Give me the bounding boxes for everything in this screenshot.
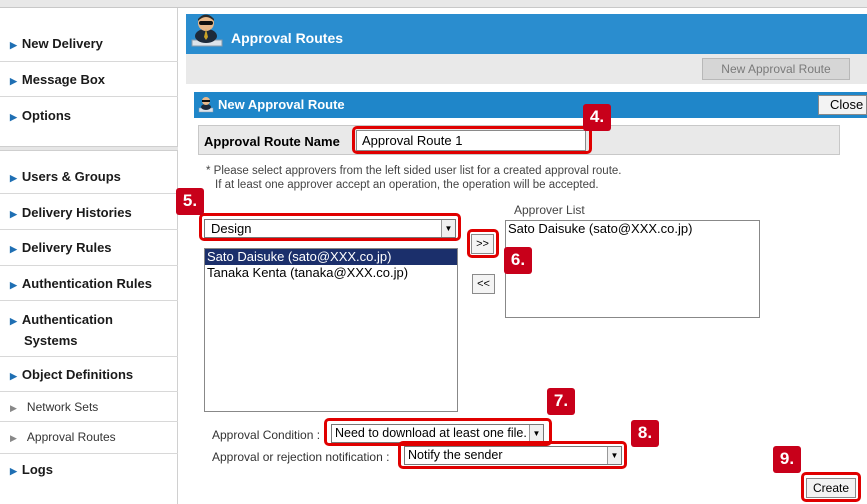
step-callout: 9. [773, 446, 801, 473]
page-title: Approval Routes [231, 30, 344, 46]
instruction-text: If at least one approver accept an opera… [215, 179, 599, 191]
sidebar-item-label: Delivery Rules [21, 240, 112, 255]
sidebar-item-label: New Delivery [21, 36, 103, 51]
approver-list[interactable]: Sato Daisuke (sato@XXX.co.jp) [505, 220, 760, 318]
step-callout: 8. [631, 420, 659, 447]
highlight-group-select [199, 213, 461, 241]
triangle-right-icon: ▶ [10, 433, 17, 443]
triangle-right-icon: ▶ [10, 244, 17, 254]
sidebar-item-delivery-rules[interactable]: ▶ Delivery Rules [10, 238, 112, 259]
sidebar-item-label: Users & Groups [21, 169, 121, 184]
highlight-notification [398, 441, 627, 469]
section-divider [0, 146, 178, 151]
sidebar-item-network-sets[interactable]: ▶ Network Sets [10, 397, 98, 418]
divider [0, 265, 178, 266]
highlight-add-button [467, 229, 499, 258]
sidebar-item-authentication-systems[interactable]: ▶ Authentication Systems [10, 310, 113, 351]
sidebar-item-label: Object Definitions [21, 367, 134, 382]
sidebar-item-approval-routes[interactable]: ▶ Approval Routes [10, 427, 116, 448]
divider [0, 391, 178, 392]
admin-user-icon [198, 95, 214, 113]
sidebar-item-delivery-histories[interactable]: ▶ Delivery Histories [10, 203, 132, 224]
divider [0, 61, 178, 62]
sidebar-item-message-box[interactable]: ▶ Message Box [10, 70, 105, 91]
sidebar-item-label: Message Box [21, 72, 106, 87]
triangle-right-icon: ▶ [10, 76, 17, 86]
sidebar-item-label: Delivery Histories [21, 205, 132, 220]
panel-title: New Approval Route [218, 97, 345, 112]
step-callout: 7. [547, 388, 575, 415]
triangle-right-icon: ▶ [10, 209, 17, 219]
highlight-create [801, 472, 861, 502]
sidebar-item-label: Network Sets [26, 400, 99, 414]
sidebar-item-label: Logs [21, 462, 53, 477]
sidebar-item-options[interactable]: ▶ Options [10, 106, 71, 127]
close-button[interactable]: Close [818, 95, 867, 115]
sidebar-item-object-definitions[interactable]: ▶ Object Definitions [10, 365, 133, 386]
triangle-right-icon: ▶ [10, 280, 17, 290]
approver-list-label: Approver List [514, 203, 585, 217]
divider [0, 453, 178, 454]
approval-condition-label: Approval Condition : [212, 428, 321, 442]
triangle-right-icon: ▶ [10, 316, 17, 326]
divider [0, 229, 178, 230]
sidebar-item-label: Authentication Rules [21, 276, 152, 291]
sidebar-item-new-delivery[interactable]: ▶ New Delivery [10, 34, 103, 55]
triangle-right-icon: ▶ [10, 173, 17, 183]
list-item[interactable]: Sato Daisuke (sato@XXX.co.jp) [205, 249, 457, 265]
triangle-right-icon: ▶ [10, 112, 17, 122]
divider [0, 96, 178, 97]
sidebar-item-users-groups[interactable]: ▶ Users & Groups [10, 167, 121, 188]
list-item[interactable]: Tanaka Kenta (tanaka@XXX.co.jp) [205, 265, 457, 281]
sidebar-item-logs[interactable]: ▶ Logs [10, 460, 53, 481]
list-item[interactable]: Sato Daisuke (sato@XXX.co.jp) [506, 221, 759, 237]
triangle-right-icon: ▶ [10, 40, 17, 50]
divider [0, 300, 178, 301]
sidebar-top-bar [0, 0, 178, 8]
triangle-right-icon: ▶ [10, 403, 17, 413]
sidebar-item-label: Options [21, 108, 72, 123]
route-name-label: Approval Route Name [204, 134, 340, 149]
remove-approver-button[interactable]: << [472, 274, 495, 294]
sidebar-item-label: Approval Routes [26, 430, 116, 444]
divider [0, 421, 178, 422]
divider [0, 193, 178, 194]
highlight-route-name [352, 126, 592, 154]
divider [0, 356, 178, 357]
notification-label: Approval or rejection notification : [212, 450, 390, 464]
step-callout: 4. [583, 104, 611, 131]
step-callout: 6. [504, 247, 532, 274]
main-top-bar [178, 0, 867, 8]
step-callout: 5. [176, 188, 204, 215]
sidebar-item-authentication-rules[interactable]: ▶ Authentication Rules [10, 274, 152, 295]
admin-user-icon [190, 10, 224, 50]
sidebar: ▶ New Delivery ▶ Message Box ▶ Options ▶ Use… [0, 0, 178, 504]
triangle-right-icon: ▶ [10, 466, 17, 476]
triangle-right-icon: ▶ [10, 371, 17, 381]
new-approval-route-button[interactable]: New Approval Route [702, 58, 850, 80]
sidebar-item-label: Authentication Systems [21, 312, 113, 348]
instruction-text: * Please select approvers from the left … [206, 165, 622, 177]
user-list[interactable]: Sato Daisuke (sato@XXX.co.jp) Tanaka Ken… [204, 248, 458, 412]
